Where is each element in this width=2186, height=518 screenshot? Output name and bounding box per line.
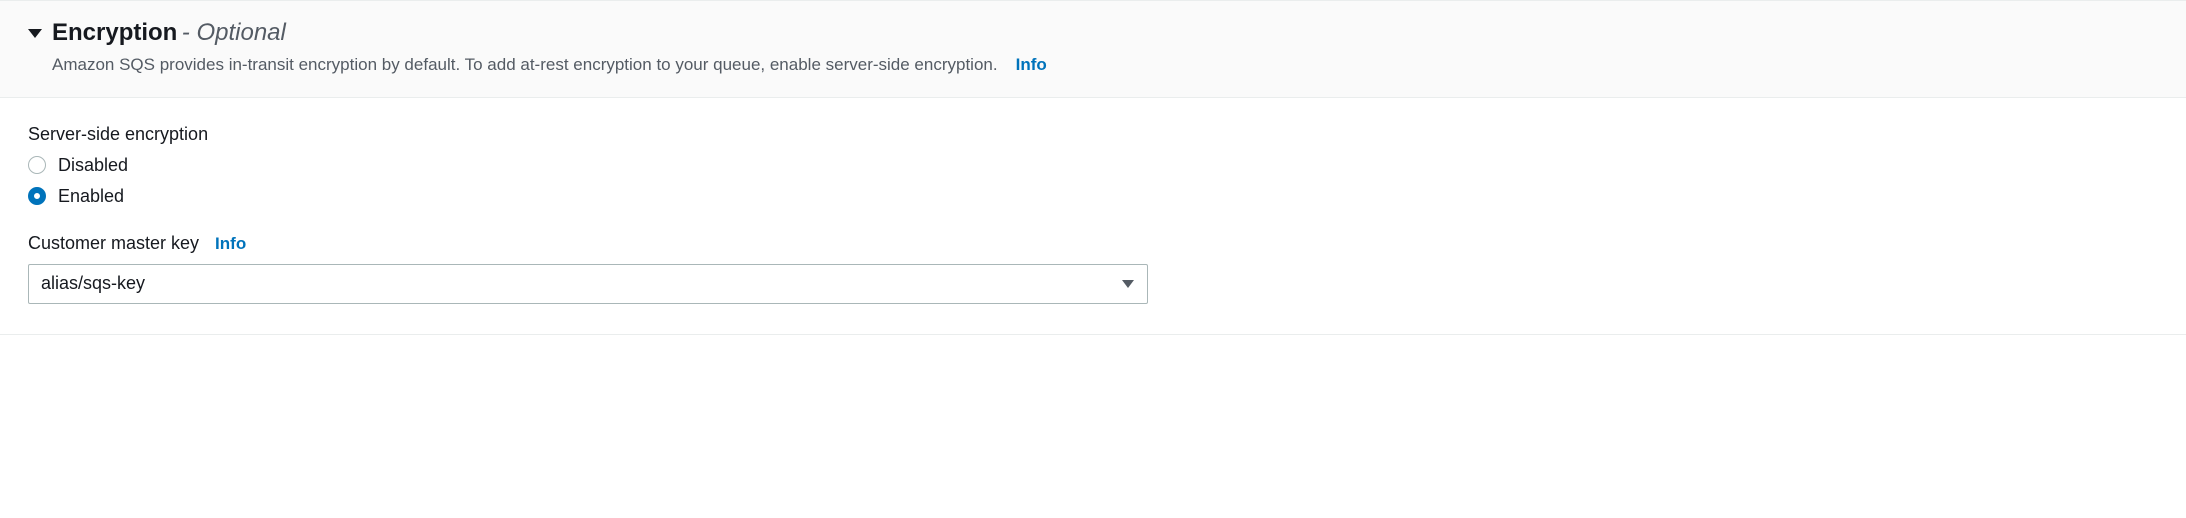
panel-title: Encryption — [52, 19, 177, 46]
radio-icon — [28, 156, 46, 174]
panel-optional-suffix: - Optional — [182, 19, 286, 46]
sse-field-group: Server-side encryption Disabled Enabled — [28, 124, 2158, 207]
radio-icon-selected — [28, 187, 46, 205]
cmk-select-value: alias/sqs-key — [28, 264, 1148, 304]
cmk-label: Customer master key — [28, 233, 199, 254]
header-title-row: Encryption - Optional — [28, 19, 2158, 47]
encryption-info-link[interactable]: Info — [1016, 55, 1047, 75]
sse-radio-disabled[interactable]: Disabled — [28, 155, 2158, 176]
radio-label-disabled: Disabled — [58, 155, 128, 176]
cmk-select[interactable]: alias/sqs-key — [28, 264, 1148, 304]
radio-label-enabled: Enabled — [58, 186, 124, 207]
sse-radio-enabled[interactable]: Enabled — [28, 186, 2158, 207]
panel-description: Amazon SQS provides in-transit encryptio… — [52, 53, 998, 77]
cmk-label-row: Customer master key Info — [28, 233, 2158, 254]
cmk-info-link[interactable]: Info — [215, 234, 246, 254]
cmk-field-group: Customer master key Info alias/sqs-key — [28, 233, 2158, 304]
panel-body: Server-side encryption Disabled Enabled … — [0, 98, 2186, 334]
sse-label: Server-side encryption — [28, 124, 2158, 145]
header-desc-row: Amazon SQS provides in-transit encryptio… — [52, 53, 2158, 77]
panel-header: Encryption - Optional Amazon SQS provide… — [0, 1, 2186, 98]
collapse-caret-icon[interactable] — [28, 29, 42, 38]
encryption-panel: Encryption - Optional Amazon SQS provide… — [0, 0, 2186, 335]
